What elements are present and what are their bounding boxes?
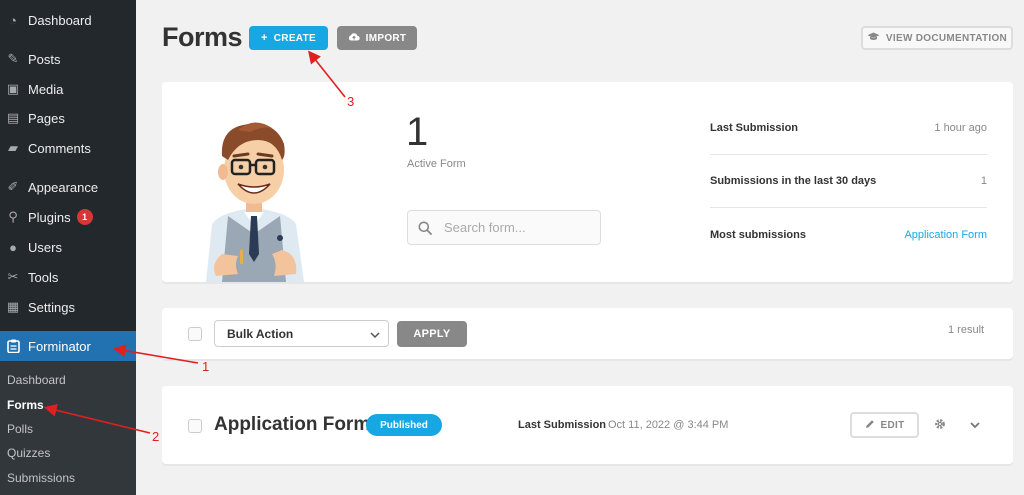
clipboard-icon	[6, 339, 20, 353]
stat-value: 1 hour ago	[934, 122, 987, 134]
edit-button[interactable]: EDIT	[850, 412, 919, 438]
form-name[interactable]: Application Form	[214, 414, 370, 436]
graduation-cap-icon	[867, 32, 880, 44]
stat-label: Submissions in the last 30 days	[710, 175, 877, 187]
media-icon: ▣	[6, 81, 20, 96]
sidebar-item-media[interactable]: ▣ Media	[0, 74, 136, 104]
sidebar-item-settings[interactable]: ▦ Settings	[0, 292, 136, 322]
stat-label: Last Submission	[710, 122, 799, 134]
sidebar-item-tools[interactable]: ✂ Tools	[0, 262, 136, 292]
submenu-item-forms[interactable]: Forms	[7, 398, 44, 412]
pin-icon: ✎	[7, 51, 19, 66]
wrench-icon: ✂	[7, 269, 19, 284]
import-button[interactable]: IMPORT	[337, 26, 417, 50]
submenu-item-quizzes[interactable]: Quizzes	[7, 446, 50, 460]
sidebar-item-label: Plugins	[28, 209, 71, 225]
mascot-illustration	[206, 122, 304, 282]
gear-icon[interactable]	[934, 418, 946, 430]
edit-button-label: EDIT	[880, 419, 905, 431]
last-submission-label: Last Submission	[518, 419, 607, 431]
view-documentation-button[interactable]: VIEW DOCUMENTATION	[861, 26, 1013, 50]
sidebar-item-label: Pages	[28, 110, 65, 126]
last-submission-value: Oct 11, 2022 @ 3:44 PM	[608, 419, 729, 431]
comments-icon: ▰	[8, 140, 18, 155]
submenu-item-submissions[interactable]: Submissions	[7, 471, 75, 485]
stat-submissions-30-days: Submissions in the last 30 days 1	[710, 155, 987, 208]
sidebar-item-label: Dashboard	[28, 12, 92, 28]
sidebar-item-label: Posts	[28, 51, 61, 67]
sidebar-item-label: Users	[28, 239, 62, 255]
stat-most-submissions: Most submissions Application Form	[710, 208, 987, 261]
pencil-icon	[865, 419, 875, 432]
form-row-checkbox[interactable]	[188, 419, 202, 433]
sidebar-item-appearance[interactable]: ✐ Appearance	[0, 172, 136, 202]
chevron-down-icon[interactable]	[969, 419, 981, 431]
create-button-label: CREATE	[273, 32, 316, 44]
status-badge: Published	[366, 414, 442, 436]
sidebar-item-label: Tools	[28, 269, 59, 285]
dashboard-icon: ◔	[9, 12, 17, 28]
pages-icon: ▤	[6, 110, 20, 125]
admin-sidebar: ◔ Dashboard ✎ Posts ▣ Media ▤ Pages ▰ Co…	[0, 0, 136, 495]
stat-value: 1	[980, 175, 987, 187]
search-icon	[418, 221, 432, 235]
plus-icon: +	[261, 32, 268, 44]
sidebar-item-pages[interactable]: ▤ Pages	[0, 103, 136, 133]
sidebar-item-label: Forminator	[28, 338, 91, 354]
annotation-number-2: 2	[152, 429, 160, 444]
plugins-update-badge: 1	[76, 209, 93, 225]
import-button-label: IMPORT	[365, 32, 407, 44]
sidebar-item-label: Appearance	[28, 179, 99, 195]
sidebar-item-dashboard[interactable]: ◔ Dashboard	[0, 5, 136, 35]
sidebar-item-users[interactable]: ● Users	[0, 232, 136, 262]
sidebar-item-label: Comments	[28, 140, 91, 156]
annotation-number-1: 1	[202, 359, 210, 374]
forminator-submenu: Dashboard Forms Polls Quizzes Submission…	[0, 361, 136, 495]
page-title: Forms	[162, 22, 243, 52]
brush-icon: ✐	[7, 179, 19, 194]
stat-label: Most submissions	[710, 228, 806, 241]
result-count: 1 result	[948, 324, 985, 336]
plugin-icon: ⚲	[8, 209, 18, 224]
bulk-action-select[interactable]: Bulk Action	[214, 320, 389, 347]
sidebar-item-label: Media	[28, 81, 64, 97]
view-documentation-label: VIEW DOCUMENTATION	[885, 32, 1008, 44]
active-form-label: Active Form	[407, 158, 466, 170]
sidebar-item-forminator[interactable]: Forminator	[0, 331, 136, 361]
apply-button[interactable]: APPLY	[397, 321, 467, 347]
most-submissions-link[interactable]: Application Form	[904, 229, 987, 241]
submenu-item-dashboard[interactable]: Dashboard	[7, 373, 66, 387]
settings-icon: ▦	[6, 299, 20, 314]
annotation-number-3: 3	[347, 94, 355, 109]
active-form-count: 1	[406, 110, 429, 154]
chevron-down-icon	[370, 327, 380, 341]
cloud-upload-icon	[348, 32, 360, 44]
submenu-item-polls[interactable]: Polls	[7, 422, 33, 436]
select-all-checkbox[interactable]	[188, 327, 202, 341]
users-icon: ●	[9, 239, 17, 255]
bulk-action-value: Bulk Action	[227, 326, 294, 341]
sidebar-item-comments[interactable]: ▰ Comments	[0, 133, 136, 163]
create-button[interactable]: + CREATE	[249, 26, 328, 50]
sidebar-item-label: Settings	[28, 299, 75, 315]
search-box[interactable]	[407, 210, 601, 245]
sidebar-item-posts[interactable]: ✎ Posts	[0, 44, 136, 74]
stat-last-submission: Last Submission 1 hour ago	[710, 102, 987, 155]
search-input[interactable]	[444, 220, 584, 235]
sidebar-item-plugins[interactable]: ⚲ Plugins 1	[0, 202, 136, 232]
